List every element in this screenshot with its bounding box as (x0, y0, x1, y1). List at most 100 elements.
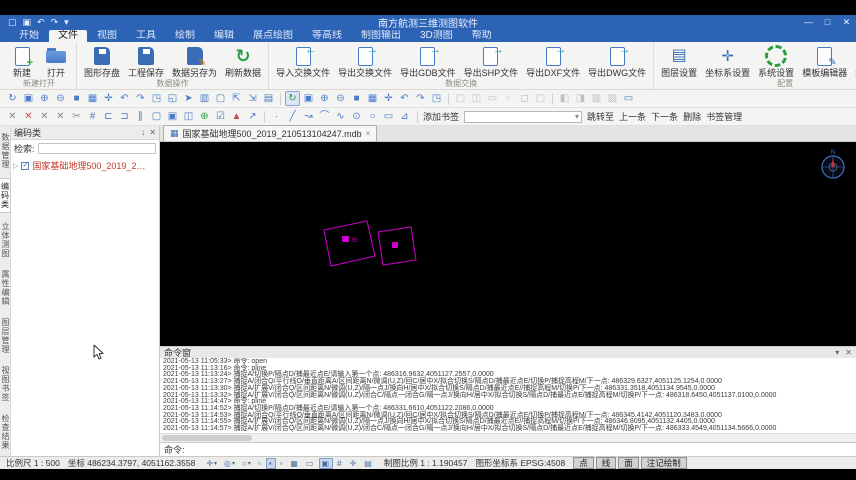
toolbar-icon[interactable]: ○ (365, 109, 380, 124)
toolbar-icon[interactable]: ✛ (101, 91, 116, 106)
snap-toggle-button[interactable]: ◎ ▾ (221, 458, 238, 469)
side-panel-tab[interactable]: 属性编辑 (0, 267, 10, 309)
toolbar-icon[interactable]: ▦ (85, 91, 100, 106)
menu-tab[interactable]: 展点绘图 (244, 30, 302, 42)
toolbar-icon[interactable]: ▫ (501, 91, 516, 106)
menu-tab[interactable]: 帮助 (463, 30, 501, 42)
toolbar-icon[interactable]: ▣ (165, 109, 180, 124)
snap-toggle-button[interactable]: ▭ (303, 458, 318, 469)
toolbar-icon[interactable]: ✕ (21, 109, 36, 124)
toolbar-icon[interactable]: # (85, 109, 100, 124)
checkbox[interactable]: ✓ (21, 162, 29, 170)
scrollbar-thumb[interactable] (162, 435, 252, 441)
toolbar-icon[interactable] (264, 111, 265, 123)
toolbar-icon[interactable]: ◳ (429, 91, 444, 106)
toolbar-icon[interactable]: ☑ (213, 109, 228, 124)
draw-mode-button[interactable]: 线 (596, 457, 617, 469)
toolbar-icon[interactable]: ▭ (621, 91, 636, 106)
side-panel-tab[interactable]: 编码类 (0, 178, 11, 213)
menu-tab[interactable]: 开始 (10, 30, 48, 42)
toolbar-icon[interactable]: ∥ (133, 109, 148, 124)
tab-close-icon[interactable]: × (366, 129, 371, 138)
ribbon-button[interactable]: 导入交换文件 (273, 44, 333, 78)
side-panel-tab[interactable]: 数据管理 (0, 130, 10, 172)
toolbar-icon[interactable]: ⊖ (333, 91, 348, 106)
toolbar-icon[interactable]: ↶ (117, 91, 132, 106)
snap-toggle-button[interactable]: # (334, 458, 345, 469)
log-scrollbar[interactable] (160, 433, 856, 442)
toolbar-icon[interactable]: ↻ (285, 91, 300, 106)
toolbar-icon[interactable]: ⌒ (317, 109, 332, 124)
toolbar-icon[interactable]: ✂ (69, 109, 84, 124)
snap-toggle-button[interactable]: ▤ (361, 458, 376, 469)
toolbar-icon[interactable]: ↻ (5, 91, 20, 106)
toolbar-icon[interactable]: ⊕ (37, 91, 52, 106)
toolbar-icon[interactable]: ▭ (485, 91, 500, 106)
toolbar-icon[interactable]: ▦ (365, 91, 380, 106)
menu-tab[interactable]: 等高线 (303, 30, 351, 42)
toolbar-icon[interactable]: ◨ (573, 91, 588, 106)
toolbar-icon[interactable]: ◧ (557, 91, 572, 106)
close-button[interactable]: ✕ (837, 15, 856, 30)
menu-tab[interactable]: 编辑 (205, 30, 243, 42)
ribbon-button[interactable]: 刷新数据 (222, 44, 264, 78)
toolbar-icon[interactable]: ▥ (197, 91, 212, 106)
toolbar-icon[interactable] (448, 93, 449, 105)
toolbar-icon[interactable]: ▨ (605, 91, 620, 106)
pin-icon[interactable]: ↓ (141, 128, 145, 137)
menu-tab[interactable]: 文件 (49, 30, 87, 42)
bookmark-goto-button[interactable]: 跳转至 (587, 110, 614, 123)
toolbar-icon[interactable]: ✕ (37, 109, 52, 124)
quick-access-icon[interactable]: ▢ (8, 18, 17, 27)
ribbon-button[interactable]: 新建 (6, 44, 38, 78)
toolbar-icon[interactable]: ✕ (5, 109, 20, 124)
menu-tab[interactable]: 3D测图 (411, 30, 462, 42)
ribbon-button[interactable]: 图层设置 (658, 44, 700, 78)
menu-tab[interactable]: 工具 (127, 30, 165, 42)
panel-close-icon[interactable]: ✕ (149, 128, 156, 137)
command-close-icon[interactable]: ✕ (845, 348, 852, 357)
toolbar-icon[interactable]: ⊿ (397, 109, 412, 124)
toolbar-icon[interactable]: ▣ (21, 91, 36, 106)
draw-mode-button[interactable]: 点 (573, 457, 594, 469)
toolbar-icon[interactable]: ▥ (589, 91, 604, 106)
toolbar-icon[interactable]: ⊖ (53, 91, 68, 106)
toolbar-icon[interactable]: ↷ (133, 91, 148, 106)
toolbar-icon[interactable]: ⊐ (117, 109, 132, 124)
document-tab[interactable]: ▦ 国家基础地理500_2019_210513104247.mdb × (163, 125, 377, 141)
add-bookmark-button[interactable]: 添加书签 (423, 110, 459, 123)
side-panel-tab[interactable]: 视图书签 (0, 363, 10, 405)
snap-toggle-button[interactable]: ▫ (255, 458, 265, 469)
side-panel-tab[interactable]: 立体测图 (0, 219, 10, 261)
snap-toggle-button[interactable]: ✛ (347, 458, 361, 469)
toolbar-icon[interactable]: ⊕ (197, 109, 212, 124)
toolbar-icon[interactable]: ↗ (245, 109, 260, 124)
draw-mode-button[interactable]: 面 (618, 457, 639, 469)
ribbon-button[interactable]: 坐标系设置 (702, 44, 753, 78)
maximize-button[interactable]: □ (818, 15, 837, 30)
snap-toggle-button[interactable]: ▣ (319, 458, 334, 469)
ribbon-button[interactable]: 工程保存 (125, 44, 167, 78)
side-panel-tab[interactable]: 图层管理 (0, 315, 10, 357)
tree-item[interactable]: ▷ ✓ 国家基础地理500_2019_210513104247.mdb (... (13, 159, 157, 172)
toolbar-icon[interactable]: ▢ (213, 91, 228, 106)
ribbon-button[interactable]: 导出DWG文件 (585, 44, 649, 78)
ribbon-button[interactable]: 数据另存为 (169, 44, 220, 78)
bookmark-next-button[interactable]: 下一条 (651, 110, 678, 123)
snap-toggle-button[interactable]: ▫ (277, 458, 287, 469)
toolbar-icon[interactable]: ◻ (517, 91, 532, 106)
menu-tab[interactable]: 绘制 (166, 30, 204, 42)
toolbar-icon[interactable]: ▢ (533, 91, 548, 106)
ribbon-button[interactable]: 系统设置 (755, 44, 797, 78)
map-canvas[interactable]: 砼N (160, 142, 856, 346)
draw-mode-button[interactable]: 注记绘制 (641, 457, 687, 469)
quick-access-icon[interactable]: ↷ (51, 18, 59, 27)
menu-tab[interactable]: 制图输出 (352, 30, 410, 42)
ribbon-button[interactable]: 打开 (40, 44, 72, 78)
toolbar-icon[interactable]: ◳ (149, 91, 164, 106)
bookmark-prev-button[interactable]: 上一条 (619, 110, 646, 123)
bookmark-delete-button[interactable]: 删除 (683, 110, 701, 123)
toolbar-icon[interactable]: ⊏ (101, 109, 116, 124)
toolbar-icon[interactable] (552, 93, 553, 105)
toolbar-icon[interactable]: ✛ (381, 91, 396, 106)
